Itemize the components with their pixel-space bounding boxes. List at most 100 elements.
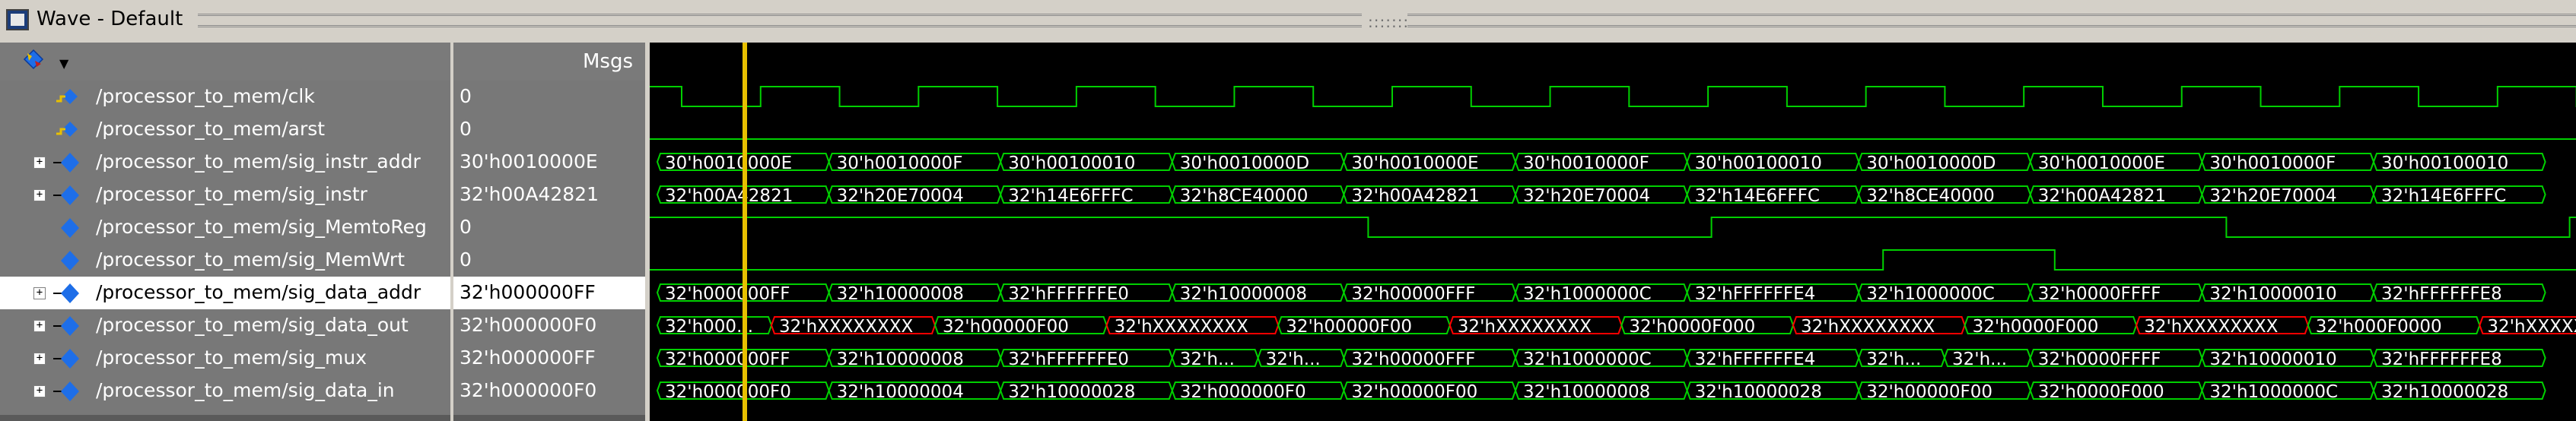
data-addr-value-label: 32'h1000000C (1866, 284, 1995, 304)
bus-diamond-icon (53, 349, 79, 369)
expand-icon[interactable]: + (33, 385, 46, 397)
signal-row-sig_instr_addr[interactable]: + /processor_to_mem/sig_instr_addr (0, 146, 450, 179)
data-addr-value-label: 32'h0000FFFF (2038, 284, 2161, 304)
signal-name: /processor_to_mem/sig_data_out (96, 314, 409, 336)
instr-value-label: 32'h14E6FFFC (1695, 186, 1820, 206)
signal-name: /processor_to_mem/sig_MemtoReg (96, 216, 427, 238)
input-diamond-icon (56, 122, 78, 137)
signal-row-sig_data_in[interactable]: + /processor_to_mem/sig_data_in (0, 375, 450, 407)
signal-name: /processor_to_mem/sig_data_addr (96, 281, 421, 303)
clk-waveform (650, 86, 2576, 107)
instr-addr-value-label: 30'h0010000F (837, 154, 963, 173)
titlebar-grip-handle[interactable]: ::::::: (1368, 13, 1409, 31)
data-in-value-label: 32'h00000F00 (1351, 382, 1477, 402)
data-out-value-label: 32'hXXXXXXXX (2144, 317, 2278, 337)
window-title: Wave - Default (37, 8, 183, 30)
data-in-value-label: 32'h10000004 (837, 382, 964, 402)
signal-name: /processor_to_mem/clk (96, 85, 315, 107)
data-addr-value-label: 32'hFFFFFFE0 (1008, 284, 1129, 304)
instr-value-label: 32'h00A42821 (2038, 186, 2166, 206)
bus-diamond-icon (53, 316, 79, 336)
data-in-value-label: 32'h10000028 (1008, 382, 1135, 402)
instr-addr-value-label: 30'h0010000F (1523, 154, 1649, 173)
data-in-value-label: 32'h000000F0 (665, 382, 791, 402)
instr-addr-value-label: 30'h00100010 (1695, 154, 1822, 173)
mux-value-label: 32'h... (1952, 350, 2007, 369)
instr-addr-value-label: 30'h0010000E (1351, 154, 1478, 173)
instr-value-label: 32'h00A42821 (1351, 186, 1479, 206)
mux-value-label: 32'h000000FF (665, 350, 790, 369)
signal-row-arst[interactable]: /processor_to_mem/arst (0, 113, 450, 146)
signal-row-sig_data_out[interactable]: + /processor_to_mem/sig_data_out (0, 309, 450, 342)
waveform-canvas[interactable]: 30'h0010000E 30'h0010000F 30'h00100010 30'h… (650, 81, 2576, 421)
instr-value-label: 32'h8CE40000 (1866, 186, 1995, 206)
expand-icon[interactable]: + (33, 353, 46, 365)
signal-row-clk[interactable]: /processor_to_mem/clk (0, 81, 450, 113)
signal-row-sig_data_addr[interactable]: + /processor_to_mem/sig_data_addr (0, 277, 450, 309)
value-cell: 0 (460, 85, 472, 107)
titlebar-grip-right[interactable] (1407, 14, 2576, 27)
signal-row-sig_MemWrt[interactable]: /processor_to_mem/sig_MemWrt (0, 244, 450, 277)
signal-name-panel: /processor_to_mem/clk /processor_to_mem/… (0, 81, 450, 421)
data-addr-value-label: 32'h10000008 (837, 284, 964, 304)
data-in-value-label: 32'h10000028 (1695, 382, 1822, 402)
value-cell: 32'h00A42821 (460, 183, 599, 205)
expand-icon[interactable]: + (33, 157, 46, 169)
expand-icon[interactable]: + (33, 320, 46, 332)
signal-row-sig_instr[interactable]: + /processor_to_mem/sig_instr (0, 179, 450, 211)
data-out-value-label: 32'hXXXXXXXX (779, 317, 913, 337)
chevron-down-icon[interactable]: ▼ (59, 56, 68, 71)
data-in-value-label: 32'h10000028 (2381, 382, 2508, 402)
data-out-value-label: 32'h0000F000 (1629, 317, 1755, 337)
data-in-value-label: 32'h10000008 (1523, 382, 1650, 402)
horizontal-scrollbar[interactable] (453, 415, 645, 421)
data-out-value-label: 32'hXXXXXXXX (1115, 317, 1248, 337)
data-addr-value-label: 32'hFFFFFFE8 (2381, 284, 2502, 304)
expand-icon[interactable]: + (33, 189, 46, 201)
signal-diamond-icon (61, 251, 79, 271)
mux-value-label: 32'hFFFFFFE4 (1695, 350, 1816, 369)
wave-timeline-header[interactable] (650, 43, 2576, 81)
data-out-value-label: 32'h00000F00 (1286, 317, 1412, 337)
wave-header: ▼ Msgs (0, 43, 2576, 81)
signal-row-sig_mux[interactable]: + /processor_to_mem/sig_mux (0, 342, 450, 375)
data-in-value-label: 32'h1000000C (2209, 382, 2338, 402)
signal-name: /processor_to_mem/sig_mux (96, 347, 367, 369)
instr-addr-value-label: 30'h0010000D (1180, 154, 1309, 173)
value-cell: 32'h000000FF (453, 277, 645, 309)
time-cursor[interactable] (743, 43, 747, 421)
mux-value-label: 32'hFFFFFFE8 (2381, 350, 2502, 369)
value-cell: 32'h000000F0 (460, 379, 597, 401)
data-addr-value-label: 32'h1000000C (1523, 284, 1652, 304)
horizontal-scrollbar[interactable] (0, 415, 450, 421)
expand-icon[interactable]: + (33, 287, 46, 299)
instr-value-label: 32'h14E6FFFC (1008, 186, 1133, 206)
diamond-signal-icon[interactable] (23, 49, 44, 70)
signal-name: /processor_to_mem/sig_data_in (96, 379, 395, 401)
mux-value-label: 32'h0000FFFF (2038, 350, 2161, 369)
data-addr-value-label: 32'h10000010 (2209, 284, 2336, 304)
signal-row-sig_MemtoReg[interactable]: /processor_to_mem/sig_MemtoReg (0, 211, 450, 244)
mux-value-label: 32'h... (1866, 350, 1921, 369)
mux-value-label: 32'h10000008 (837, 350, 964, 369)
data-addr-value-label: 32'hFFFFFFE4 (1695, 284, 1816, 304)
instr-addr-value-label: 30'h0010000D (1866, 154, 1996, 173)
titlebar-grip-left[interactable] (198, 14, 1362, 27)
data-out-value-label: 32'h00000F00 (943, 317, 1069, 337)
data-out-value-label: 32'h000F0000 (2316, 317, 2442, 337)
bus-diamond-icon (53, 185, 79, 205)
data-in-value-label: 32'h00000F00 (1866, 382, 1992, 402)
instr-addr-value-label: 30'h0010000F (2209, 154, 2336, 173)
instr-value-label: 32'h20E70004 (837, 186, 964, 206)
msgs-label: Msgs (582, 50, 633, 73)
instr-value-label: 32'h20E70004 (2209, 186, 2336, 206)
instr-value-label: 32'h14E6FFFC (2381, 186, 2506, 206)
instr-addr-value-label: 30'h00100010 (1008, 154, 1135, 173)
memtoreg-waveform (650, 217, 2576, 238)
data-addr-value-label: 32'h00000FFF (1351, 284, 1475, 304)
instr-addr-value-label: 30'h0010000E (2038, 154, 2165, 173)
waveform-panel[interactable]: 30'h0010000E 30'h0010000F 30'h00100010 30'h… (650, 81, 2576, 421)
data-out-value-label: 32'h0000F000 (1973, 317, 2099, 337)
mux-value-label: 32'h1000000C (1523, 350, 1652, 369)
value-cell: 0 (460, 216, 472, 238)
